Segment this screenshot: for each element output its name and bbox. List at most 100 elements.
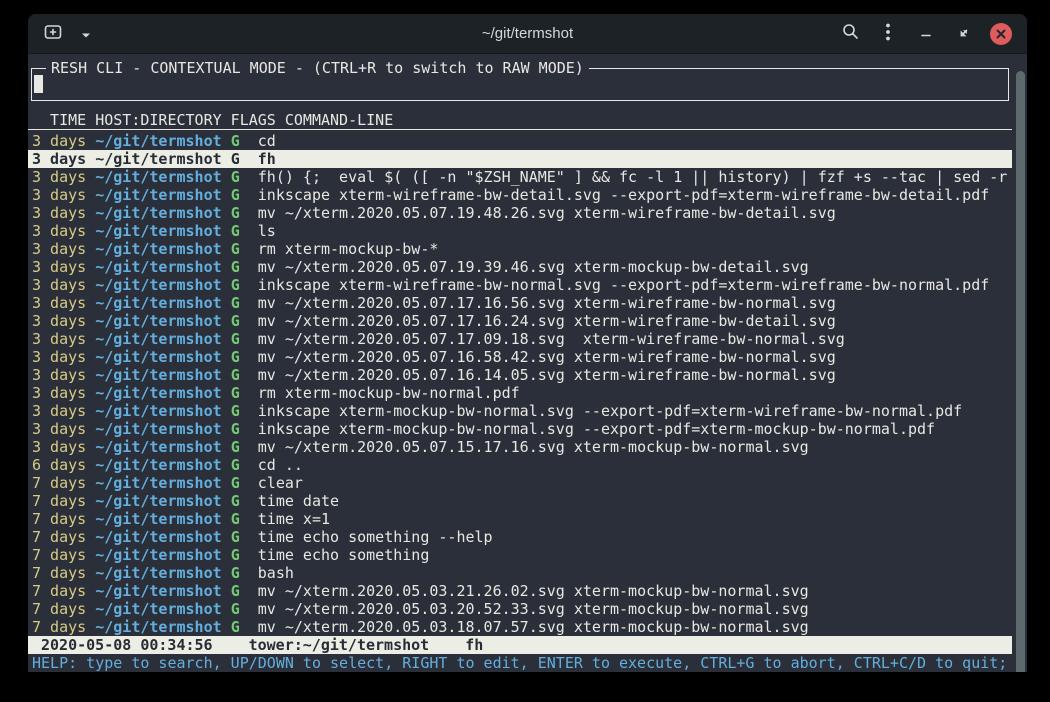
row-time: 3 days xyxy=(32,276,86,294)
table-row[interactable]: 3 days ~/git/termshot G mv ~/xterm.2020.… xyxy=(28,330,1012,348)
row-flags: G xyxy=(231,474,240,492)
row-time: 3 days xyxy=(32,348,86,366)
titlebar[interactable]: ~/git/termshot xyxy=(28,14,1027,54)
row-flags: G xyxy=(231,150,240,168)
row-directory: ~/git/termshot xyxy=(95,258,221,276)
chevron-down-icon xyxy=(81,24,91,43)
search-button[interactable] xyxy=(838,22,862,46)
minimize-button[interactable] xyxy=(914,22,938,46)
row-time: 7 days xyxy=(32,528,86,546)
table-row[interactable]: 3 days ~/git/termshot G inkscape xterm-m… xyxy=(28,402,1012,420)
row-directory: ~/git/termshot xyxy=(95,222,221,240)
row-command: mv ~/xterm.2020.05.07.17.09.18.svg xterm… xyxy=(258,330,845,348)
row-command: cd .. xyxy=(258,456,303,474)
restore-button[interactable] xyxy=(952,22,976,46)
status-datetime: 2020-05-08 00:34:56 xyxy=(41,636,213,654)
terminal-screen[interactable]: RESH CLI - CONTEXTUAL MODE - (CTRL+R to … xyxy=(28,68,1027,672)
table-row[interactable]: 3 days ~/git/termshot G inkscape xterm-m… xyxy=(28,420,1012,438)
row-directory: ~/git/termshot xyxy=(95,384,221,402)
row-flags: G xyxy=(231,384,240,402)
row-time: 7 days xyxy=(32,582,86,600)
row-command: fh() {; eval $( ([ -n "$ZSH_NAME" ] && f… xyxy=(258,168,1008,186)
row-time: 7 days xyxy=(32,510,86,528)
row-time: 3 days xyxy=(32,330,86,348)
scrollbar[interactable] xyxy=(1016,71,1025,672)
row-time: 3 days xyxy=(32,150,86,168)
table-row[interactable]: 3 days ~/git/termshot G mv ~/xterm.2020.… xyxy=(28,294,1012,312)
row-command: inkscape xterm-mockup-bw-normal.svg --ex… xyxy=(258,402,962,420)
table-row[interactable]: 7 days ~/git/termshot G mv ~/xterm.2020.… xyxy=(28,582,1012,600)
menu-button[interactable] xyxy=(876,22,900,46)
row-time: 7 days xyxy=(32,618,86,636)
row-time: 3 days xyxy=(32,312,86,330)
table-row[interactable]: 3 days ~/git/termshot G rm xterm-mockup-… xyxy=(28,384,1012,402)
table-row[interactable]: 7 days ~/git/termshot G clear xyxy=(28,474,1012,492)
table-row[interactable]: 3 days ~/git/termshot G mv ~/xterm.2020.… xyxy=(28,366,1012,384)
row-command: ls xyxy=(258,222,276,240)
row-command: inkscape xterm-mockup-bw-normal.svg --ex… xyxy=(258,420,935,438)
table-row[interactable]: 7 days ~/git/termshot G bash xyxy=(28,564,1012,582)
close-button[interactable] xyxy=(990,23,1012,45)
row-flags: G xyxy=(231,402,240,420)
status-location: tower:~/git/termshot xyxy=(249,636,430,654)
table-row[interactable]: 7 days ~/git/termshot G mv ~/xterm.2020.… xyxy=(28,600,1012,618)
row-directory: ~/git/termshot xyxy=(95,528,221,546)
table-row[interactable]: 3 days ~/git/termshot G fh() {; eval $( … xyxy=(28,168,1012,186)
row-flags: G xyxy=(231,204,240,222)
row-command: cd xyxy=(258,132,276,150)
row-flags: G xyxy=(231,564,240,582)
row-flags: G xyxy=(231,258,240,276)
row-flags: G xyxy=(231,132,240,150)
table-row[interactable]: 3 days ~/git/termshot G cd xyxy=(28,132,1012,150)
resh-mode-title: RESH CLI - CONTEXTUAL MODE - (CTRL+R to … xyxy=(46,59,589,77)
table-row[interactable]: 3 days ~/git/termshot G ls xyxy=(28,222,1012,240)
table-row[interactable]: 3 days ~/git/termshot G inkscape xterm-w… xyxy=(28,276,1012,294)
row-time: 3 days xyxy=(32,402,86,420)
row-directory: ~/git/termshot xyxy=(95,510,221,528)
tab-list-dropdown-button[interactable] xyxy=(74,22,98,46)
row-time: 3 days xyxy=(32,294,86,312)
new-tab-button[interactable] xyxy=(41,22,65,46)
history-table: 3 days ~/git/termshot G cd3 days ~/git/t… xyxy=(28,132,1012,636)
row-directory: ~/git/termshot xyxy=(95,240,221,258)
row-command: time echo something xyxy=(258,546,430,564)
row-time: 3 days xyxy=(32,186,86,204)
row-command: mv ~/xterm.2020.05.03.18.07.57.svg xterm… xyxy=(258,618,809,636)
row-directory: ~/git/termshot xyxy=(95,348,221,366)
table-row[interactable]: 3 days ~/git/termshot G mv ~/xterm.2020.… xyxy=(28,438,1012,456)
row-flags: G xyxy=(231,438,240,456)
row-flags: G xyxy=(231,600,240,618)
row-command: bash xyxy=(258,564,294,582)
table-row[interactable]: 3 days ~/git/termshot G inkscape xterm-w… xyxy=(28,186,1012,204)
status-bar: 2020-05-08 00:34:56 tower:~/git/termshot f… xyxy=(28,636,1012,654)
table-row[interactable]: 6 days ~/git/termshot G cd .. xyxy=(28,456,1012,474)
row-command: mv ~/xterm.2020.05.07.19.48.26.svg xterm… xyxy=(258,204,836,222)
row-command: mv ~/xterm.2020.05.07.15.17.16.svg xterm… xyxy=(258,438,809,456)
table-row[interactable]: 7 days ~/git/termshot G time echo someth… xyxy=(28,528,1012,546)
table-row[interactable]: 7 days ~/git/termshot G time x=1 xyxy=(28,510,1012,528)
row-directory: ~/git/termshot xyxy=(95,150,221,168)
table-row[interactable]: 3 days ~/git/termshot G mv ~/xterm.2020.… xyxy=(28,312,1012,330)
row-directory: ~/git/termshot xyxy=(95,402,221,420)
row-flags: G xyxy=(231,420,240,438)
row-directory: ~/git/termshot xyxy=(95,330,221,348)
table-row[interactable]: 3 days ~/git/termshot G fh xyxy=(28,150,1012,168)
row-command: mv ~/xterm.2020.05.07.17.16.56.svg xterm… xyxy=(258,294,836,312)
row-directory: ~/git/termshot xyxy=(95,294,221,312)
table-row[interactable]: 3 days ~/git/termshot G mv ~/xterm.2020.… xyxy=(28,204,1012,222)
row-directory: ~/git/termshot xyxy=(95,276,221,294)
table-row[interactable]: 3 days ~/git/termshot G mv ~/xterm.2020.… xyxy=(28,258,1012,276)
row-directory: ~/git/termshot xyxy=(95,168,221,186)
table-row[interactable]: 3 days ~/git/termshot G mv ~/xterm.2020.… xyxy=(28,348,1012,366)
row-time: 7 days xyxy=(32,474,86,492)
row-command: time echo something --help xyxy=(258,528,493,546)
status-query: fh xyxy=(465,636,483,654)
table-row[interactable]: 7 days ~/git/termshot G mv ~/xterm.2020.… xyxy=(28,618,1012,636)
row-directory: ~/git/termshot xyxy=(95,492,221,510)
row-time: 6 days xyxy=(32,456,86,474)
table-row[interactable]: 3 days ~/git/termshot G rm xterm-mockup-… xyxy=(28,240,1012,258)
row-directory: ~/git/termshot xyxy=(95,618,221,636)
resh-search-input[interactable]: RESH CLI - CONTEXTUAL MODE - (CTRL+R to … xyxy=(31,68,1009,101)
table-row[interactable]: 7 days ~/git/termshot G time echo someth… xyxy=(28,546,1012,564)
table-row[interactable]: 7 days ~/git/termshot G time date xyxy=(28,492,1012,510)
